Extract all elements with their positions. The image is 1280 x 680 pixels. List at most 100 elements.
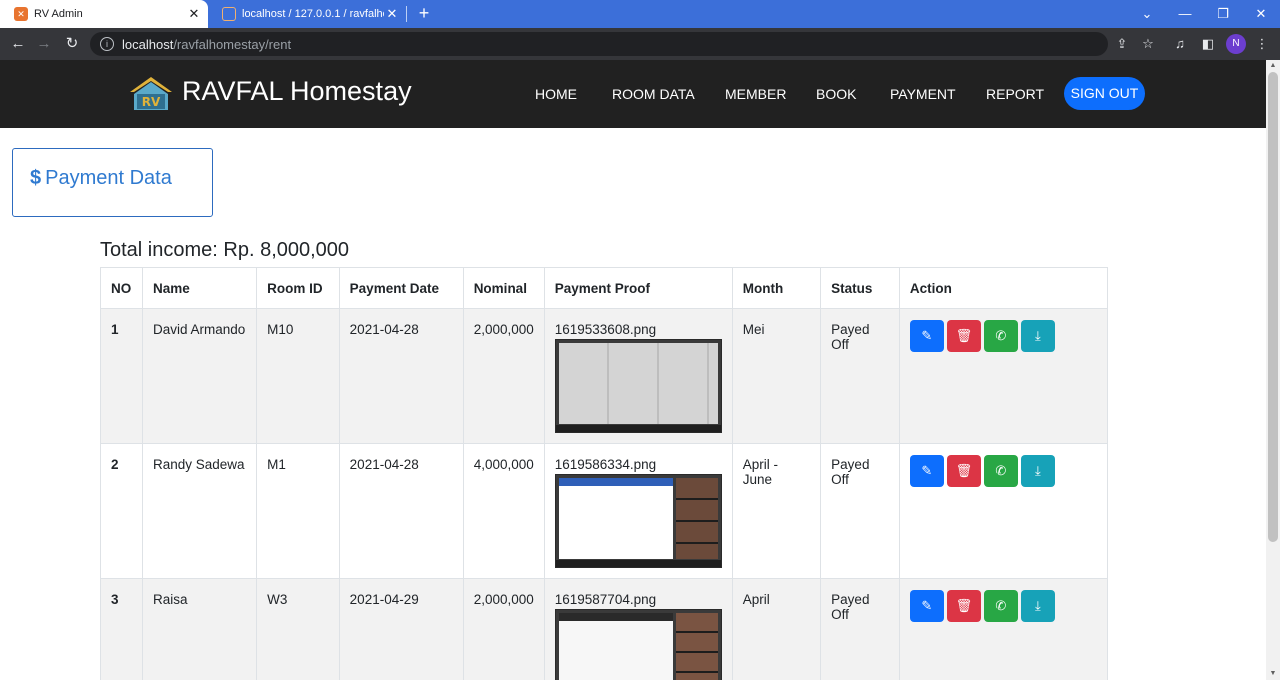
status: Payed Off [820,308,900,444]
payment-proof-thumbnail[interactable] [554,474,722,568]
room-id: W3 [256,578,340,680]
browser-tab-rv-admin[interactable]: ✕ RV Admin ✕ [0,0,208,28]
close-tab-icon[interactable]: ✕ [384,6,400,22]
site-navbar: RV RAVFAL Homestay HOME ROOM DATA MEMBER… [0,60,1266,128]
nav-member[interactable]: MEMBER [725,86,786,102]
share-icon[interactable]: ⇪ [1112,34,1132,54]
minimize-icon[interactable]: — [1166,0,1204,28]
nav-home[interactable]: HOME [535,86,577,102]
close-window-icon[interactable]: ✕ [1242,0,1280,28]
bookmark-star-icon[interactable]: ☆ [1138,34,1158,54]
edit-icon: ✎ [921,463,933,478]
site-info-icon[interactable]: i [100,37,114,51]
action-cell: ✎ 🗑 ✆ ⤓ [898,578,1109,680]
row-number: 1 [100,308,143,444]
tab-separator [406,6,407,22]
browser-tab-strip: ✕ RV Admin ✕ localhost / 127.0.0.1 / rav… [0,0,1280,28]
side-panel-icon[interactable]: ◧ [1198,34,1218,54]
status: Payed Off [820,578,900,680]
page-scrollbar[interactable]: ▲ ▼ [1266,60,1280,680]
payment-table: NO Name Room ID Payment Date Nominal Pay… [100,267,1109,680]
payment-proof-thumbnail[interactable] [554,609,722,680]
sign-out-button[interactable]: SIGN OUT [1064,77,1145,110]
address-bar[interactable]: i localhost/ravfalhomestay/rent [90,32,1108,56]
scroll-up-icon[interactable]: ▲ [1266,60,1280,72]
member-name: Raisa [141,578,258,680]
url-path: /ravfalhomestay/rent [173,36,292,52]
download-icon: ⤓ [1034,463,1041,478]
edit-button[interactable]: ✎ [909,590,944,622]
download-button[interactable]: ⤓ [1020,320,1055,352]
table-row: 3 Raisa W3 2021-04-29 2,000,000 16195877… [100,578,1109,680]
payment-date: 2021-04-28 [338,308,464,444]
delete-button[interactable]: 🗑 [946,320,981,352]
table-header-row: NO Name Room ID Payment Date Nominal Pay… [100,267,1109,309]
status: Payed Off [820,443,900,579]
nav-book[interactable]: BOOK [816,86,856,102]
column-header: Room ID [256,267,340,309]
new-tab-button[interactable]: + [414,3,434,23]
maximize-icon[interactable]: ❐ [1204,0,1242,28]
profile-avatar[interactable]: N [1226,34,1246,54]
table-row: 2 Randy Sadewa M1 2021-04-28 4,000,000 1… [100,443,1109,579]
delete-button[interactable]: 🗑 [946,455,981,487]
total-income: Total income: Rp. 8,000,000 [100,239,350,261]
payment-proof-cell: 1619533608.png [543,308,733,444]
column-header: Action [898,267,1109,309]
close-tab-icon[interactable]: ✕ [186,6,202,22]
delete-button[interactable]: 🗑 [946,590,981,622]
column-header: Payment Proof [543,267,733,309]
download-button[interactable]: ⤓ [1020,590,1055,622]
whatsapp-button[interactable]: ✆ [983,590,1018,622]
url-host: localhost [122,36,174,52]
forward-icon[interactable]: → [34,34,54,54]
action-cell: ✎ 🗑 ✆ ⤓ [898,308,1109,444]
browser-tab-phpmyadmin[interactable]: localhost / 127.0.0.1 / ravfalhome ✕ [208,0,406,28]
row-number: 2 [100,443,143,579]
proof-filename: 1619586334.png [554,457,657,472]
month: Mei [731,308,822,444]
whatsapp-button[interactable]: ✆ [983,320,1018,352]
nominal: 2,000,000 [462,578,545,680]
trash-icon: 🗑 [955,463,973,478]
member-name: Randy Sadewa [141,443,258,579]
phpmyadmin-favicon-icon [222,7,236,21]
edit-button[interactable]: ✎ [909,455,944,487]
dollar-icon: $ [30,167,42,189]
nav-payment[interactable]: PAYMENT [890,86,956,102]
download-icon: ⤓ [1034,598,1041,613]
proof-filename: 1619587704.png [554,592,657,607]
scroll-down-icon[interactable]: ▼ [1266,668,1280,680]
reload-icon[interactable]: ↻ [62,34,82,54]
column-header: Nominal [462,267,545,309]
download-icon: ⤓ [1034,328,1041,343]
payment-date: 2021-04-28 [338,443,464,579]
nav-report[interactable]: REPORT [986,86,1044,102]
member-name: David Armando [141,308,258,444]
homestay-logo-icon[interactable]: RV [128,74,174,112]
nominal: 4,000,000 [462,443,545,579]
whatsapp-icon: ✆ [995,463,1007,478]
column-header: Month [731,267,822,309]
tab-search-icon[interactable]: ⌄ [1128,0,1166,28]
back-icon[interactable]: ← [8,34,28,54]
edit-icon: ✎ [921,598,933,613]
browser-menu-icon[interactable]: ⋮ [1252,34,1272,54]
month: April - June [731,443,822,579]
brand-name[interactable]: RAVFAL Homestay [182,76,412,107]
payment-proof-cell: 1619587704.png [543,578,733,680]
scrollbar-thumb[interactable] [1268,72,1278,542]
edit-icon: ✎ [921,328,933,343]
column-header: Status [820,267,900,309]
download-button[interactable]: ⤓ [1020,455,1055,487]
nav-room-data[interactable]: ROOM DATA [612,86,695,102]
payment-proof-cell: 1619586334.png [543,443,733,579]
column-header: Name [141,267,258,309]
xampp-favicon-icon: ✕ [14,7,28,21]
media-control-icon[interactable]: ♫ [1170,34,1190,54]
edit-button[interactable]: ✎ [909,320,944,352]
action-cell: ✎ 🗑 ✆ ⤓ [898,443,1109,579]
whatsapp-icon: ✆ [995,328,1007,343]
payment-proof-thumbnail[interactable] [554,339,722,433]
whatsapp-button[interactable]: ✆ [983,455,1018,487]
